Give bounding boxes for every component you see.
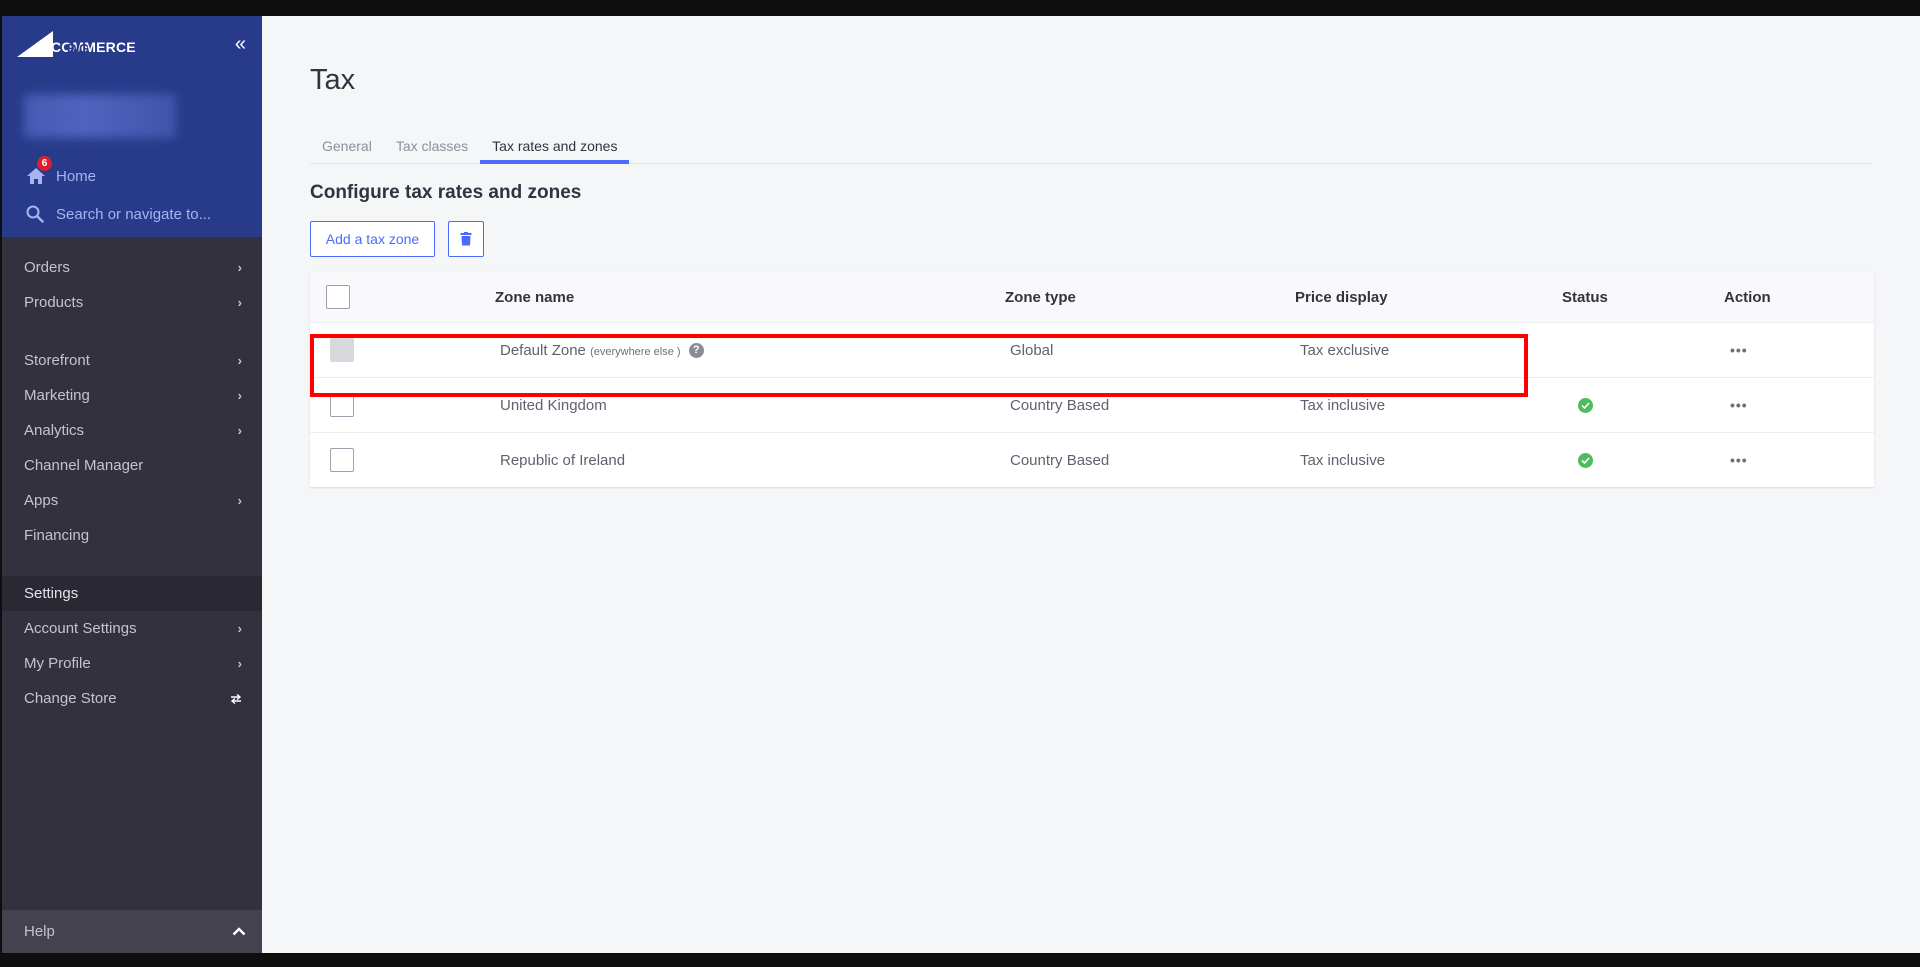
sidebar-header: BIG COMMERCE « 6 Home Search or navigate…: [2, 16, 262, 237]
nav-label: Orders: [24, 259, 70, 276]
sidebar-item-orders[interactable]: Orders ›: [2, 250, 262, 285]
sidebar-search[interactable]: Search or navigate to...: [26, 205, 211, 223]
chevron-right-icon: ›: [237, 423, 242, 438]
help-label: Help: [24, 923, 55, 940]
chevron-up-icon: [232, 927, 246, 936]
zone-name-note: (everywhere else ): [590, 345, 681, 358]
zone-name[interactable]: United Kingdom: [500, 397, 607, 414]
help-icon[interactable]: ?: [688, 343, 704, 359]
notification-badge: 6: [37, 156, 52, 171]
main-content: Tax Browse configured services General T…: [262, 16, 1920, 953]
zone-type: Country Based: [1010, 396, 1110, 414]
nav-label: Apps: [24, 492, 59, 509]
header-status: Status: [1562, 288, 1608, 306]
tab-general[interactable]: General: [310, 128, 384, 163]
sidebar-item-marketing[interactable]: Marketing ›: [2, 378, 262, 413]
nav-group-settings: Settings Account Settings › My Profile › C…: [2, 576, 262, 716]
help-toggle[interactable]: Help: [2, 910, 262, 953]
sidebar-item-storefront[interactable]: Storefront ›: [2, 343, 262, 378]
zone-name-cell: Default Zone (everywhere else ) ?: [500, 342, 704, 359]
chevron-right-icon: ›: [237, 493, 242, 508]
nav-label: Settings: [24, 585, 79, 602]
price-display: Tax exclusive: [1300, 341, 1390, 359]
chevron-right-icon: ›: [237, 295, 242, 310]
sidebar-item-channel-manager[interactable]: Channel Manager: [2, 448, 262, 483]
sidebar-item-analytics[interactable]: Analytics ›: [2, 413, 262, 448]
row-actions-menu-icon[interactable]: •••: [1730, 342, 1748, 358]
swap-icon: [230, 693, 242, 704]
search-placeholder: Search or navigate to...: [56, 205, 212, 223]
row-checkbox: [330, 338, 354, 362]
chevron-right-icon: ›: [237, 388, 242, 403]
nav-label: Storefront: [24, 352, 90, 369]
nav-label: Change Store: [24, 690, 117, 707]
logo-big-text: BIG: [67, 41, 89, 56]
tax-zones-table: Zone name Zone type Price display Status…: [310, 272, 1874, 487]
table-header-row: Zone name Zone type Price display Status…: [310, 272, 1874, 322]
header-action: Action: [1724, 288, 1771, 306]
chevron-right-icon: ›: [237, 656, 242, 671]
home-label: Home: [56, 167, 97, 185]
sidebar-item-change-store[interactable]: Change Store: [2, 681, 262, 716]
table-row: United Kingdom Country Based Tax inclusi…: [310, 377, 1874, 432]
nav-label: Products: [24, 294, 84, 311]
sidebar: BIG COMMERCE « 6 Home Search or navigate…: [2, 16, 262, 953]
sidebar-item-settings[interactable]: Settings: [2, 576, 262, 611]
app-frame: BIG COMMERCE « 6 Home Search or navigate…: [2, 16, 1920, 953]
sidebar-item-financing[interactable]: Financing: [2, 518, 262, 553]
nav-label: My Profile: [24, 655, 91, 672]
select-all-checkbox[interactable]: [326, 285, 350, 309]
price-display: Tax inclusive: [1300, 396, 1386, 414]
chevron-right-icon: ›: [237, 353, 242, 368]
header-price-display[interactable]: Price display: [1295, 289, 1388, 306]
sidebar-item-home[interactable]: 6 Home: [26, 156, 97, 186]
header-zone-name[interactable]: Zone name: [495, 289, 574, 306]
table-row: Default Zone (everywhere else ) ? Global…: [310, 322, 1874, 377]
nav-label: Marketing: [24, 387, 90, 404]
check-circle-icon: [1578, 452, 1593, 468]
tab-bar: General Tax classes Tax rates and zones: [310, 128, 1871, 164]
logo-commerce-text: COMMERCE: [51, 39, 136, 55]
collapse-sidebar-icon[interactable]: «: [235, 34, 246, 54]
add-tax-zone-button[interactable]: Add a tax zone: [310, 221, 435, 257]
row-actions-menu-icon[interactable]: •••: [1730, 452, 1748, 468]
nav-group-primary: Orders › Products ›: [2, 250, 262, 320]
delete-button[interactable]: [448, 221, 484, 257]
bigcommerce-logo[interactable]: BIG COMMERCE: [17, 30, 136, 58]
chevron-right-icon: ›: [237, 260, 242, 275]
nav-label: Channel Manager: [24, 457, 144, 474]
zone-type: Country Based: [1010, 451, 1110, 469]
tab-tax-classes[interactable]: Tax classes: [384, 128, 480, 163]
check-circle-icon: [1578, 397, 1593, 413]
search-icon: [26, 205, 44, 223]
zone-type: Global: [1010, 341, 1054, 359]
header-zone-type[interactable]: Zone type: [1005, 289, 1076, 306]
nav-label: Analytics: [24, 422, 85, 439]
zone-name[interactable]: Default Zone: [500, 342, 586, 359]
table-row: Republic of Ireland Country Based Tax in…: [310, 432, 1874, 487]
status-cell: [1565, 452, 1593, 468]
sidebar-item-my-profile[interactable]: My Profile ›: [2, 646, 262, 681]
page-title: Tax: [310, 64, 356, 96]
status-cell: [1565, 397, 1593, 413]
trash-icon: [460, 232, 472, 246]
nav-group-secondary: Storefront › Marketing › Analytics › Channe…: [2, 343, 262, 553]
row-actions-menu-icon[interactable]: •••: [1730, 397, 1748, 413]
section-title: Configure tax rates and zones: [310, 182, 582, 203]
nav-label: Financing: [24, 527, 90, 544]
price-display: Tax inclusive: [1300, 451, 1386, 469]
store-name-blurred: [24, 94, 176, 138]
logo-triangle-icon: BIG: [17, 31, 89, 57]
nav-label: Account Settings: [24, 620, 137, 637]
tab-tax-rates-and-zones[interactable]: Tax rates and zones: [480, 128, 630, 164]
home-icon: 6: [26, 156, 52, 186]
zone-name[interactable]: Republic of Ireland: [500, 452, 625, 469]
row-checkbox[interactable]: [330, 393, 354, 417]
sidebar-item-account-settings[interactable]: Account Settings ›: [2, 611, 262, 646]
sidebar-item-products[interactable]: Products ›: [2, 285, 262, 320]
sidebar-item-apps[interactable]: Apps ›: [2, 483, 262, 518]
row-checkbox[interactable]: [330, 448, 354, 472]
chevron-right-icon: ›: [237, 621, 242, 636]
